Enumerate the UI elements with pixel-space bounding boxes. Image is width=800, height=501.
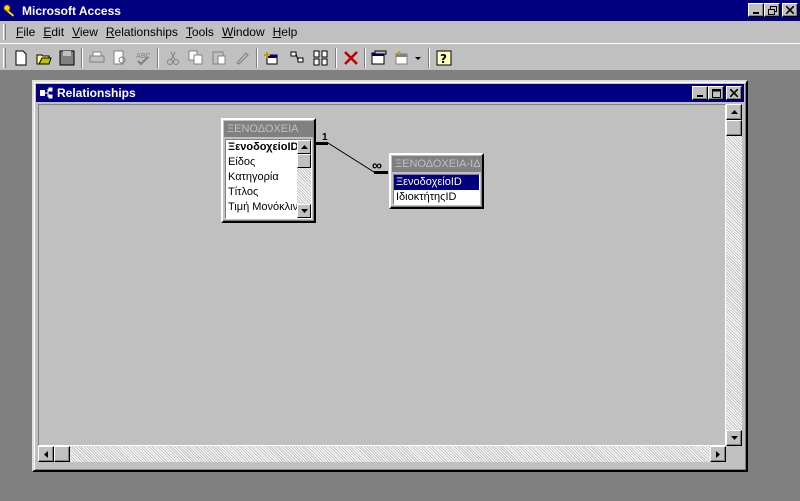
toolbar: ABC ?	[0, 43, 800, 71]
vertical-scrollbar[interactable]	[726, 104, 742, 446]
scroll-down-button[interactable]	[297, 204, 311, 218]
new-icon	[15, 50, 27, 66]
minimize-icon	[697, 95, 703, 97]
table-hotels-scrollbar[interactable]	[297, 140, 311, 218]
toolbar-grip	[3, 48, 6, 68]
new-object-button[interactable]	[392, 47, 424, 69]
relationships-title: Relationships	[57, 86, 136, 100]
save-button[interactable]	[56, 47, 78, 69]
horizontal-scrollbar[interactable]	[38, 446, 726, 462]
access-key-icon[interactable]	[2, 3, 18, 19]
show-direct-button[interactable]	[286, 47, 308, 69]
scrollbar-corner	[726, 446, 742, 462]
restore-icon	[767, 5, 777, 15]
menu-tools[interactable]: Tools	[182, 25, 218, 39]
format-painter-button[interactable]	[231, 47, 253, 69]
app-title: Microsoft Access	[22, 3, 121, 18]
table-hotels[interactable]: ΞΕΝΟΔΟΧΕΙΑ ΞενοδοχείοID Είδος Κατηγορία …	[221, 118, 316, 223]
menu-view[interactable]: View	[68, 25, 102, 39]
menu-window[interactable]: Window	[218, 25, 269, 39]
open-button[interactable]	[33, 47, 55, 69]
print-button[interactable]	[86, 47, 108, 69]
table-hotels-title[interactable]: ΞΕΝΟΔΟΧΕΙΑ	[224, 121, 313, 137]
spelling-icon: ABC	[136, 52, 150, 66]
new-object-icon	[395, 51, 421, 65]
spelling-button[interactable]: ABC	[132, 47, 154, 69]
menu-bar: File Edit View Relationships Tools Windo…	[0, 21, 800, 43]
relationship-many-label: ∞	[372, 157, 382, 173]
cut-icon	[167, 51, 179, 65]
svg-text:ABC: ABC	[136, 52, 150, 60]
open-icon	[36, 54, 52, 65]
scroll-right-button[interactable]	[710, 446, 726, 462]
menu-grip	[3, 24, 6, 40]
arrow-left-icon	[44, 450, 48, 458]
show-table-button[interactable]	[260, 47, 282, 69]
arrow-down-icon	[730, 436, 738, 440]
paste-icon	[212, 51, 226, 65]
show-all-icon	[313, 50, 328, 66]
close-icon	[786, 6, 794, 14]
menu-file[interactable]: File	[12, 25, 39, 39]
cut-button[interactable]	[162, 47, 184, 69]
print-icon	[89, 51, 105, 63]
copy-button[interactable]	[185, 47, 207, 69]
scroll-up-button[interactable]	[726, 104, 742, 120]
menu-edit[interactable]: Edit	[39, 25, 68, 39]
arrow-right-icon	[716, 450, 720, 458]
minimize-icon	[753, 12, 759, 14]
table-hotel-owners[interactable]: ΞΕΝΟΔΟΧΕΙΑ-ΙΔΙ ΞενοδοχείοID ΙδιοκτήτηςID	[389, 153, 484, 209]
relationship-one-label: 1	[322, 132, 328, 143]
child-close-button[interactable]	[726, 86, 742, 100]
new-button[interactable]	[10, 47, 32, 69]
help-icon: ?	[436, 50, 452, 66]
restore-button[interactable]	[764, 3, 780, 17]
arrow-up-icon	[730, 110, 738, 114]
field-item[interactable]: ΞενοδοχείοID	[394, 175, 479, 190]
copy-icon	[188, 50, 203, 65]
relationships-title-bar[interactable]: Relationships	[36, 84, 744, 102]
save-icon	[59, 50, 75, 66]
show-direct-icon	[290, 51, 304, 63]
svg-text:?: ?	[440, 52, 447, 66]
help-button[interactable]: ?	[433, 47, 455, 69]
table-hotel-owners-title[interactable]: ΞΕΝΟΔΟΧΕΙΑ-ΙΔΙ	[392, 156, 481, 172]
table-hotels-field-list[interactable]: ΞενοδοχείοID Είδος Κατηγορία Τίτλος Τιμή…	[225, 139, 312, 219]
paste-button[interactable]	[208, 47, 230, 69]
horizontal-scroll-thumb[interactable]	[54, 446, 70, 462]
relationships-icon[interactable]	[39, 86, 53, 100]
vertical-scroll-thumb[interactable]	[726, 120, 742, 136]
menu-relationships[interactable]: Relationships	[102, 25, 182, 39]
print-preview-icon	[113, 50, 126, 65]
database-window-button[interactable]	[368, 47, 390, 69]
scroll-left-button[interactable]	[38, 446, 54, 462]
menu-help[interactable]: Help	[269, 25, 302, 39]
table-hotel-owners-field-list[interactable]: ΞενοδοχείοID ΙδιοκτήτηςID	[393, 174, 480, 205]
scroll-up-button[interactable]	[297, 140, 311, 154]
close-icon	[730, 89, 738, 97]
child-minimize-button[interactable]	[692, 86, 708, 100]
database-window-icon	[371, 50, 387, 65]
scroll-thumb[interactable]	[297, 154, 311, 168]
delete-button[interactable]	[340, 47, 362, 69]
field-item[interactable]: ΙδιοκτήτηςID	[394, 190, 479, 204]
print-preview-button[interactable]	[109, 47, 131, 69]
relationships-window[interactable]: Relationships 1 ∞ ΞΕΝΟΔΟΧΕΙΑ ΞενοδοχείοI…	[32, 80, 748, 472]
app-title-bar[interactable]: Microsoft Access	[0, 0, 800, 21]
close-button[interactable]	[782, 3, 798, 17]
show-table-icon	[264, 52, 278, 65]
format-painter-icon	[236, 52, 249, 65]
scroll-down-button[interactable]	[726, 430, 742, 446]
relationship-line[interactable]	[39, 105, 727, 447]
arrow-up-icon	[300, 145, 308, 149]
access-app-window: Microsoft Access File Edit View Relation…	[0, 0, 800, 501]
delete-icon	[344, 51, 358, 65]
maximize-icon	[711, 88, 721, 98]
relationships-canvas[interactable]: 1 ∞ ΞΕΝΟΔΟΧΕΙΑ ΞενοδοχείοID Είδος Κατηγο…	[38, 104, 726, 446]
child-maximize-button[interactable]	[708, 86, 724, 100]
arrow-down-icon	[300, 209, 308, 213]
minimize-button[interactable]	[748, 3, 764, 17]
show-all-button[interactable]	[310, 47, 332, 69]
